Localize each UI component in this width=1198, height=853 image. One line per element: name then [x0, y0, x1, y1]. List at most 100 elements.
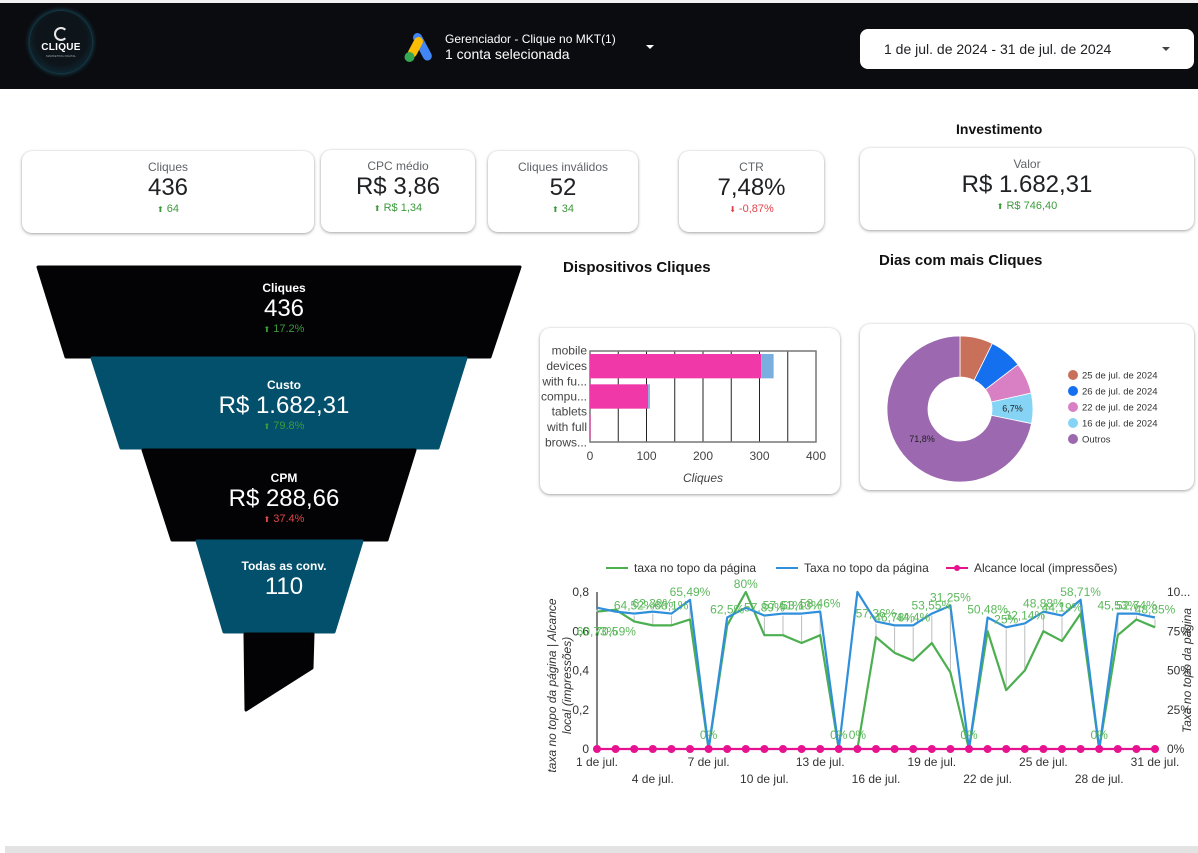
- y2-tick-label: 10...: [1167, 585, 1190, 599]
- data-label: 0%: [849, 728, 867, 742]
- series-marker: [834, 745, 843, 753]
- category-label: compu...: [541, 390, 587, 404]
- y-tick-label: 0,8: [572, 585, 589, 599]
- series-marker: [1002, 745, 1011, 753]
- data-label: 58,46%: [800, 597, 841, 611]
- x-tick-label: 100: [636, 449, 656, 463]
- data-label: 62,5%: [710, 603, 744, 617]
- kpi-card-ctr: CTR 7,48% ⬇ -0,87%: [679, 151, 824, 232]
- x-tick-label: 300: [749, 449, 769, 463]
- legend-swatch: [1068, 434, 1078, 444]
- series-marker: [723, 745, 732, 753]
- series-marker: [890, 745, 899, 753]
- arrow-up-icon: ⬆: [263, 422, 271, 431]
- y-tick-label: 0,2: [572, 703, 589, 717]
- devices-bar-chart: mobiledevices with fu...compu...tablets wi…: [541, 344, 826, 485]
- category-label: mobile: [552, 344, 588, 358]
- legend-swatch: [1068, 402, 1078, 412]
- bar-cliques-inválidos: [761, 354, 774, 379]
- data-label: 0%: [960, 728, 978, 742]
- chevron-down-icon[interactable]: [646, 45, 654, 49]
- bar-cliques: [590, 354, 762, 379]
- bar-cliques: [590, 414, 591, 439]
- x-axis-title: Cliques: [683, 471, 723, 485]
- y2-axis-title: Taxa no topo da página: [1180, 608, 1194, 733]
- legend-label: Outros: [1082, 435, 1111, 446]
- kpi-card-investimento: Valor R$ 1.682,31 ⬆ R$ 746,40: [860, 148, 1194, 230]
- data-label: 31,25%: [930, 591, 971, 605]
- legend-swatch: [1068, 370, 1078, 380]
- x-tick-label: 0: [587, 449, 594, 463]
- series-marker: [1039, 745, 1048, 753]
- kpi-label: Valor: [1013, 157, 1041, 171]
- series-marker: [965, 745, 973, 753]
- slice-label: 71,8%: [909, 434, 935, 444]
- funnel-text-custo: Custo R$ 1.682,31 ⬆ 79.8%: [218, 378, 350, 432]
- chevron-down-icon[interactable]: [1162, 47, 1170, 51]
- series-marker: [1058, 745, 1066, 753]
- series-marker: [704, 745, 713, 753]
- legend-label: 16 de jul. de 2024: [1082, 419, 1158, 430]
- legend-label: Alcance local (impressões): [974, 561, 1117, 575]
- x-tick-label: 200: [693, 449, 713, 463]
- series-marker: [611, 745, 620, 753]
- series-marker: [816, 745, 825, 753]
- series-marker: [872, 745, 880, 753]
- funnel-tail: [243, 632, 315, 712]
- y-tick-label: 0: [582, 742, 589, 756]
- series-marker: [1151, 745, 1159, 753]
- funnel-chart: [36, 265, 522, 712]
- x-tick-label: 7 de jul.: [688, 755, 730, 769]
- x-tick-label: 400: [806, 449, 826, 463]
- x-tick-label: 31 de jul.: [1131, 755, 1180, 769]
- data-label: 44,19%: [1042, 601, 1083, 615]
- legend-label: Taxa no topo da página: [804, 561, 929, 575]
- series-marker: [909, 745, 918, 753]
- date-range-value: 1 de jul. de 2024 - 31 de jul. de 2024: [884, 41, 1112, 57]
- category-label: brows...: [545, 435, 587, 449]
- category-label: with fu...: [541, 375, 587, 389]
- arrow-up-icon: ⬆: [552, 205, 559, 214]
- horizontal-scrollbar[interactable]: [5, 846, 1198, 853]
- date-range-picker[interactable]: 1 de jul. de 2024 - 31 de jul. de 2024: [860, 29, 1194, 69]
- days-chart-title: Dias com mais Cliques: [879, 252, 1043, 269]
- kpi-label: CTR: [739, 160, 764, 174]
- data-label: 70,59%: [595, 624, 636, 638]
- arrow-up-icon: ⬆: [263, 325, 271, 334]
- slice-label: 6,7%: [1002, 404, 1023, 414]
- legend-label: taxa no topo da página: [634, 561, 756, 575]
- legend-marker: [954, 565, 960, 571]
- series-marker: [593, 745, 601, 753]
- x-tick-label: 25 de jul.: [1019, 755, 1068, 769]
- series-marker: [630, 745, 639, 753]
- series-marker: [946, 745, 955, 753]
- series-marker: [686, 745, 694, 753]
- y-axis-title: taxa no topo da página | Alcancelocal (i…: [545, 598, 574, 772]
- series-marker: [927, 745, 936, 753]
- devices-chart-title: Dispositivos Cliques: [563, 259, 711, 276]
- y-tick-label: 0,4: [572, 664, 589, 678]
- series-marker: [779, 745, 787, 753]
- x-tick-label: 13 de jul.: [796, 755, 845, 769]
- arrow-up-icon: ⬆: [263, 515, 271, 524]
- series-marker: [1020, 745, 1029, 753]
- y2-tick-label: 0%: [1167, 742, 1185, 756]
- line-chart: taxa no topo da página Taxa no topo da pá…: [545, 561, 1194, 786]
- data-label: 0%: [700, 728, 718, 742]
- kpi-delta: ⬇ -0,87%: [729, 203, 774, 215]
- y-axis-title-line: taxa no topo da página | Alcance: [545, 598, 559, 772]
- x-tick-label: 10 de jul.: [740, 772, 789, 786]
- data-label: 0%: [830, 728, 848, 742]
- funnel-text-cpm: CPM R$ 288,66 ⬆ 37.4%: [228, 471, 340, 525]
- series-marker: [760, 745, 769, 753]
- legend-swatch: [1068, 418, 1078, 428]
- series-marker: [1095, 745, 1104, 753]
- data-label: 80%: [734, 577, 758, 591]
- category-label: with full: [546, 420, 587, 434]
- data-label: 65,49%: [670, 585, 711, 599]
- kpi-value: R$ 1.682,31: [961, 171, 1093, 198]
- y-axis-title-line: local (impressões): [560, 637, 574, 734]
- kpi-delta: ⬆ R$ 746,40: [996, 200, 1058, 212]
- category-label: tablets: [552, 404, 587, 418]
- days-donut-chart: 6,7% 71,8% 25 de jul. de 2024 26 de jul. de…: [886, 335, 1158, 483]
